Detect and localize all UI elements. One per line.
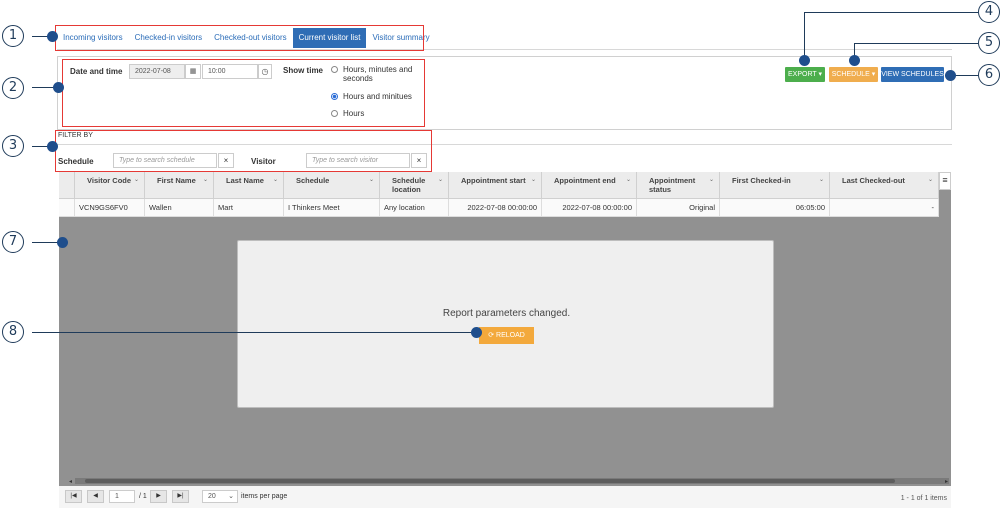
- highlight-tabs: [55, 25, 424, 51]
- cell-visitor-code: VCN9GS6FV0: [75, 199, 145, 217]
- scroll-right-icon[interactable]: ▸: [945, 478, 948, 485]
- col-last-checked-out[interactable]: Last Checked-out ⌄: [830, 172, 939, 199]
- row-spacer: [59, 199, 75, 217]
- pager-summary: 1 - 1 of 1 items: [900, 495, 947, 502]
- callout-5: 5: [978, 32, 1000, 54]
- column-menu-icon[interactable]: ≡: [939, 172, 951, 190]
- cell-schedule: I Thinkers Meet: [284, 199, 380, 217]
- cell-first-checked-in: 06:05:00: [720, 199, 830, 217]
- refresh-icon: ⟳: [488, 332, 495, 339]
- items-per-page-label: items per page: [241, 493, 288, 500]
- table-row[interactable]: VCN9GS6FV0 Wallen Mart I Thinkers Meet A…: [59, 199, 939, 217]
- reload-button[interactable]: ⟳ RELOAD: [479, 327, 534, 344]
- cell-first-name: Wallen: [145, 199, 214, 217]
- scrollbar-thumb[interactable]: [85, 479, 895, 483]
- horizontal-scrollbar[interactable]: [75, 478, 949, 484]
- col-last-name[interactable]: Last Name ⌄: [214, 172, 284, 199]
- scroll-left-icon[interactable]: ◂: [69, 478, 72, 485]
- report-grid: Visitor Code ⌄ First Name ⌄ Last Name ⌄ Sch…: [59, 172, 951, 508]
- callout-8: 8: [2, 321, 24, 343]
- col-schedule[interactable]: Schedule ⌄: [284, 172, 380, 199]
- last-page-icon[interactable]: ▶|: [172, 490, 189, 503]
- col-schedule-location[interactable]: Schedule location ⌄: [380, 172, 449, 199]
- dialog-message: Report parameters changed.: [442, 308, 571, 319]
- callout-1: 1: [2, 25, 24, 47]
- cell-schedule-location: Any location: [380, 199, 449, 217]
- page-total: / 1: [139, 493, 147, 500]
- callout-7: 7: [2, 231, 24, 253]
- next-page-icon[interactable]: ▶: [150, 490, 167, 503]
- cell-last-checked-out: -: [830, 199, 939, 217]
- col-visitor-code[interactable]: Visitor Code ⌄: [75, 172, 145, 199]
- callout-2: 2: [2, 77, 24, 99]
- cell-appointment-status: Original: [637, 199, 720, 217]
- page-size-select[interactable]: 20 ⌄: [202, 490, 238, 503]
- col-appointment-start[interactable]: Appointment start ⌄: [449, 172, 542, 199]
- col-appointment-end[interactable]: Appointment end ⌄: [542, 172, 637, 199]
- cell-last-name: Mart: [214, 199, 284, 217]
- cell-appointment-start: 2022-07-08 00:00:00: [449, 199, 542, 217]
- first-page-icon[interactable]: |◀: [65, 490, 82, 503]
- chevron-down-icon: ⌄: [228, 493, 234, 500]
- reload-label: RELOAD: [496, 332, 525, 339]
- schedule-button[interactable]: SCHEDULE ▾: [829, 67, 878, 82]
- col-appointment-status[interactable]: Appointment status ⌄: [637, 172, 720, 199]
- callout-3: 3: [2, 135, 24, 157]
- col-first-name[interactable]: First Name ⌄: [145, 172, 214, 199]
- pager: |◀ ◀ 1 / 1 ▶ ▶| 20 ⌄ items per page 1 - 1…: [59, 486, 951, 508]
- header-spacer: [59, 172, 75, 199]
- callout-4: 4: [978, 1, 1000, 23]
- highlight-filter: [55, 130, 432, 172]
- grid-header: Visitor Code ⌄ First Name ⌄ Last Name ⌄ Sch…: [59, 172, 939, 199]
- prev-page-icon[interactable]: ◀: [87, 490, 104, 503]
- highlight-parameters: [62, 59, 425, 127]
- view-schedules-button[interactable]: VIEW SCHEDULES: [881, 67, 944, 82]
- cell-appointment-end: 2022-07-08 00:00:00: [542, 199, 637, 217]
- page-input[interactable]: 1: [109, 490, 135, 503]
- col-first-checked-in[interactable]: First Checked-in ⌄: [720, 172, 830, 199]
- export-button[interactable]: EXPORT ▾: [785, 67, 825, 82]
- callout-6: 6: [978, 64, 1000, 86]
- parameters-changed-dialog: Report parameters changed. ⟳ RELOAD: [237, 240, 774, 408]
